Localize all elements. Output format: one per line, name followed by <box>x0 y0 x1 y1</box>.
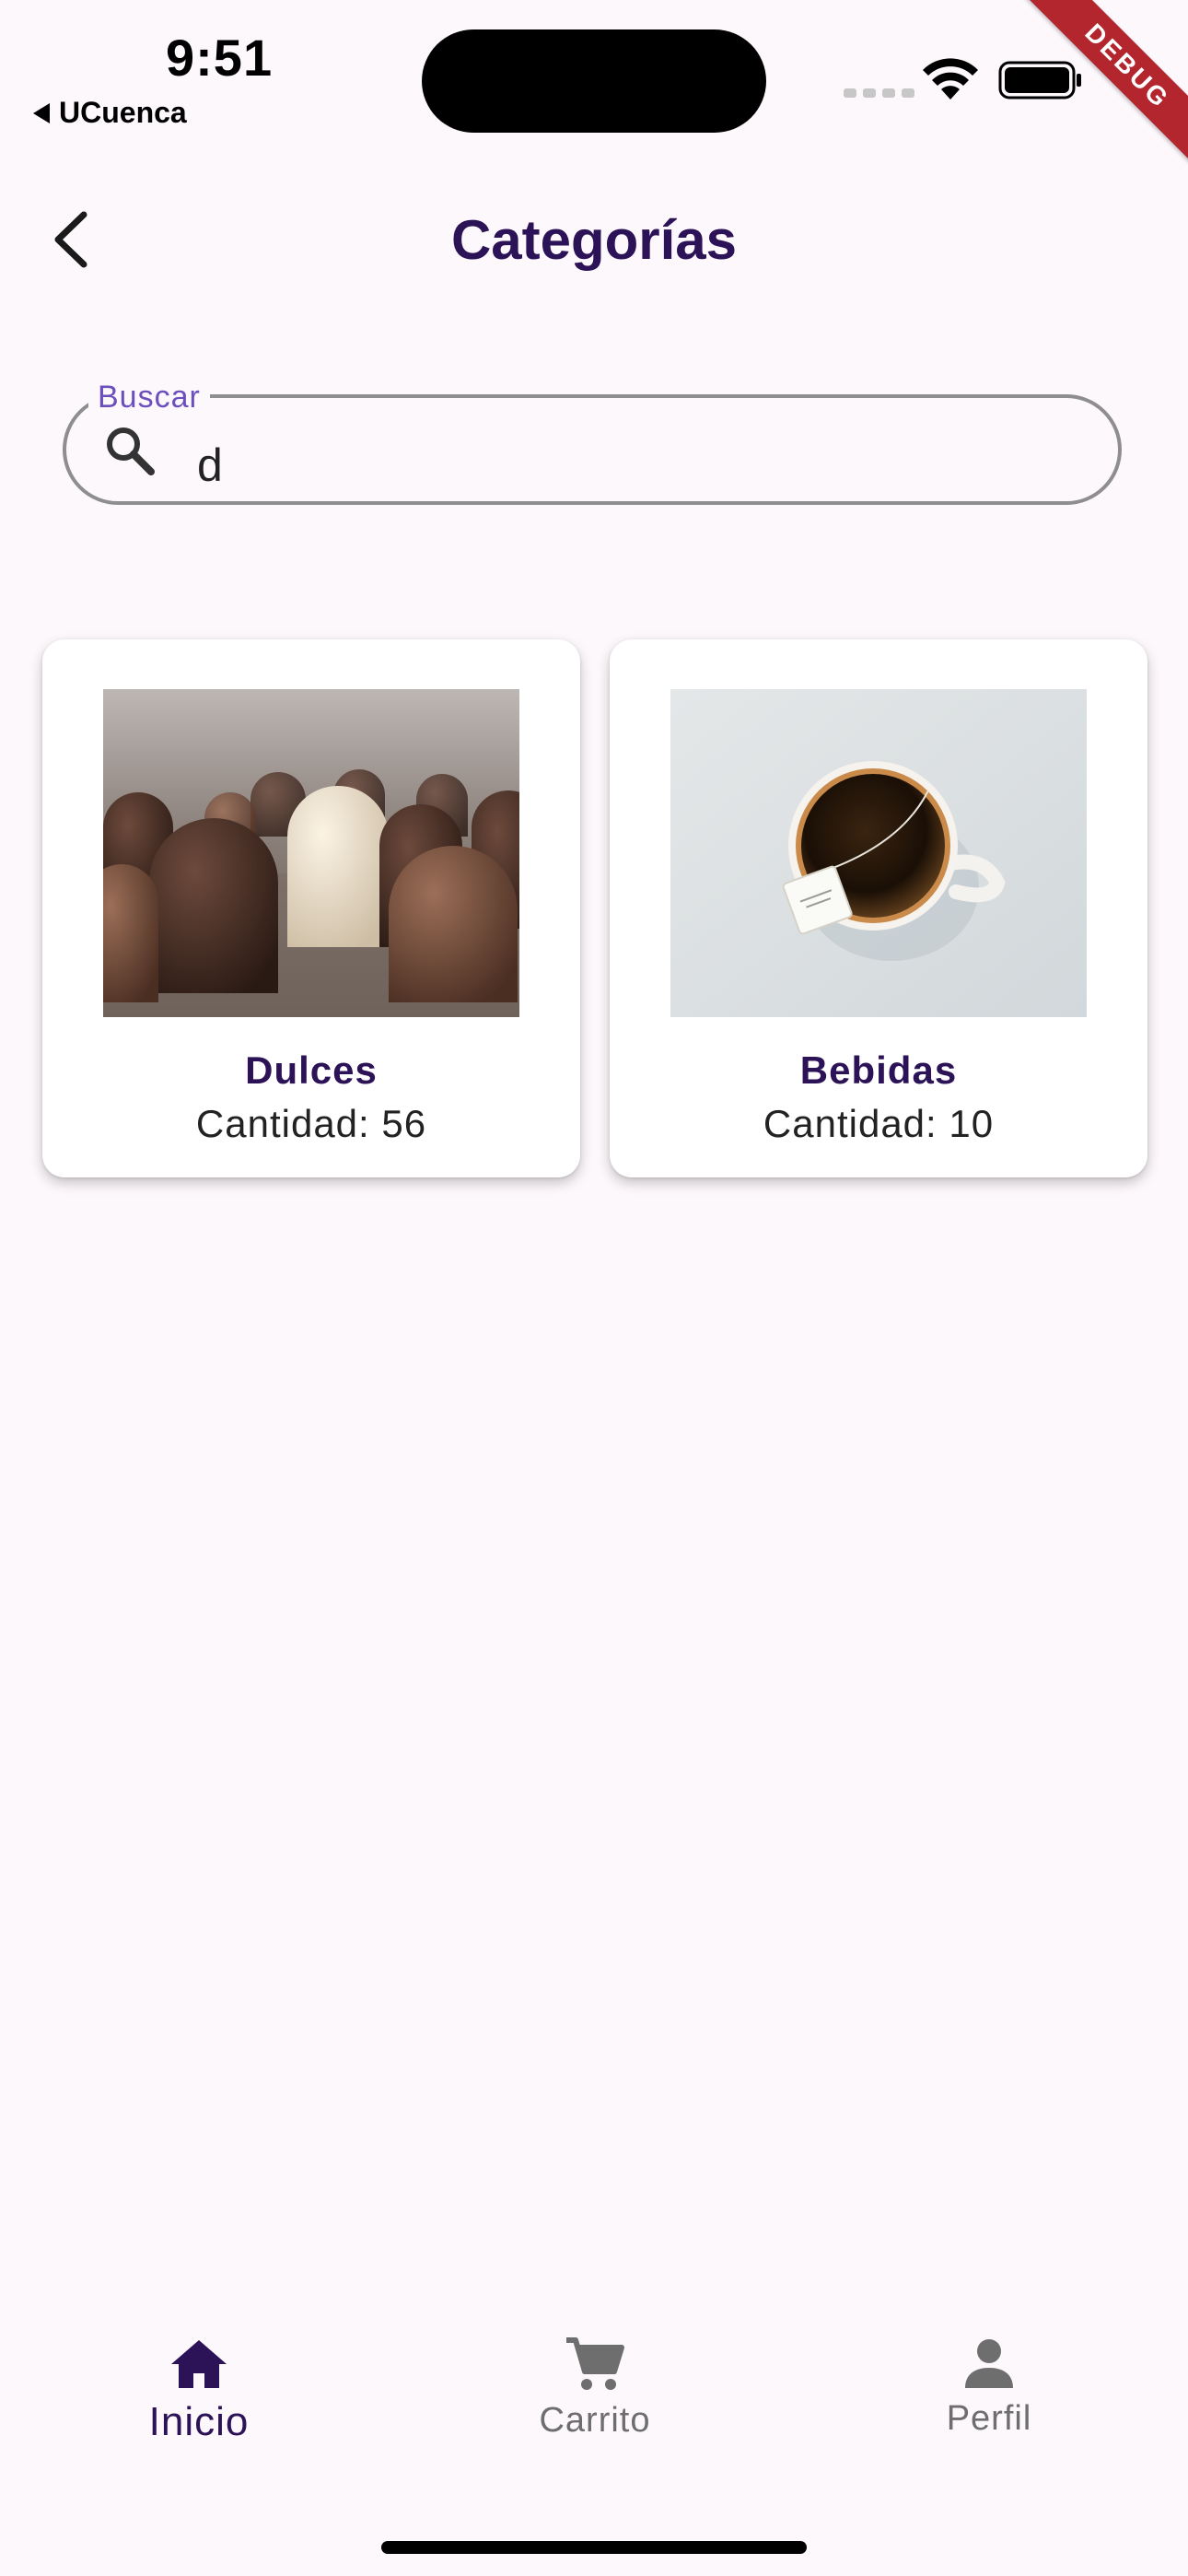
category-count: Cantidad: 56 <box>195 1102 427 1145</box>
page-title: Categorías <box>450 209 738 271</box>
nav-label-perfil: Perfil <box>946 2399 1032 2438</box>
category-card-bebidas[interactable]: Bebidas Cantidad: 10 <box>610 639 1147 1177</box>
nav-item-carrito[interactable]: Carrito <box>457 2336 733 2484</box>
nav-label-inicio: Inicio <box>148 2399 250 2444</box>
chocolates-photo <box>103 689 519 1017</box>
category-name: Dulces <box>245 1048 378 1092</box>
nav-item-perfil[interactable]: Perfil <box>851 2336 1127 2484</box>
status-back-app-label: UCuenca <box>59 96 187 129</box>
wifi-icon <box>923 58 978 100</box>
cart-icon <box>566 2337 624 2390</box>
home-indicator[interactable] <box>381 2541 807 2554</box>
status-time: 9:51 <box>166 29 274 87</box>
status-back-to-app[interactable]: UCuenca <box>33 96 187 130</box>
debug-label: DEBUG <box>1020 0 1188 173</box>
search-label: Buscar <box>88 380 210 416</box>
debug-banner: DEBUG <box>1004 0 1188 184</box>
home-icon <box>171 2340 227 2388</box>
person-icon <box>965 2339 1013 2388</box>
back-triangle-icon <box>33 102 50 123</box>
category-name: Bebidas <box>799 1048 958 1092</box>
category-count: Cantidad: 10 <box>763 1102 995 1145</box>
nav-item-inicio[interactable]: Inicio <box>61 2336 337 2484</box>
cellular-signal-icon <box>844 88 914 98</box>
search-icon <box>107 427 155 475</box>
tea-cup-photo <box>670 689 1087 1017</box>
category-card-dulces[interactable]: Dulces Cantidad: 56 <box>42 639 580 1177</box>
search-input-value[interactable]: d <box>197 439 223 492</box>
dynamic-island <box>422 29 766 133</box>
nav-label-carrito: Carrito <box>539 2401 651 2440</box>
